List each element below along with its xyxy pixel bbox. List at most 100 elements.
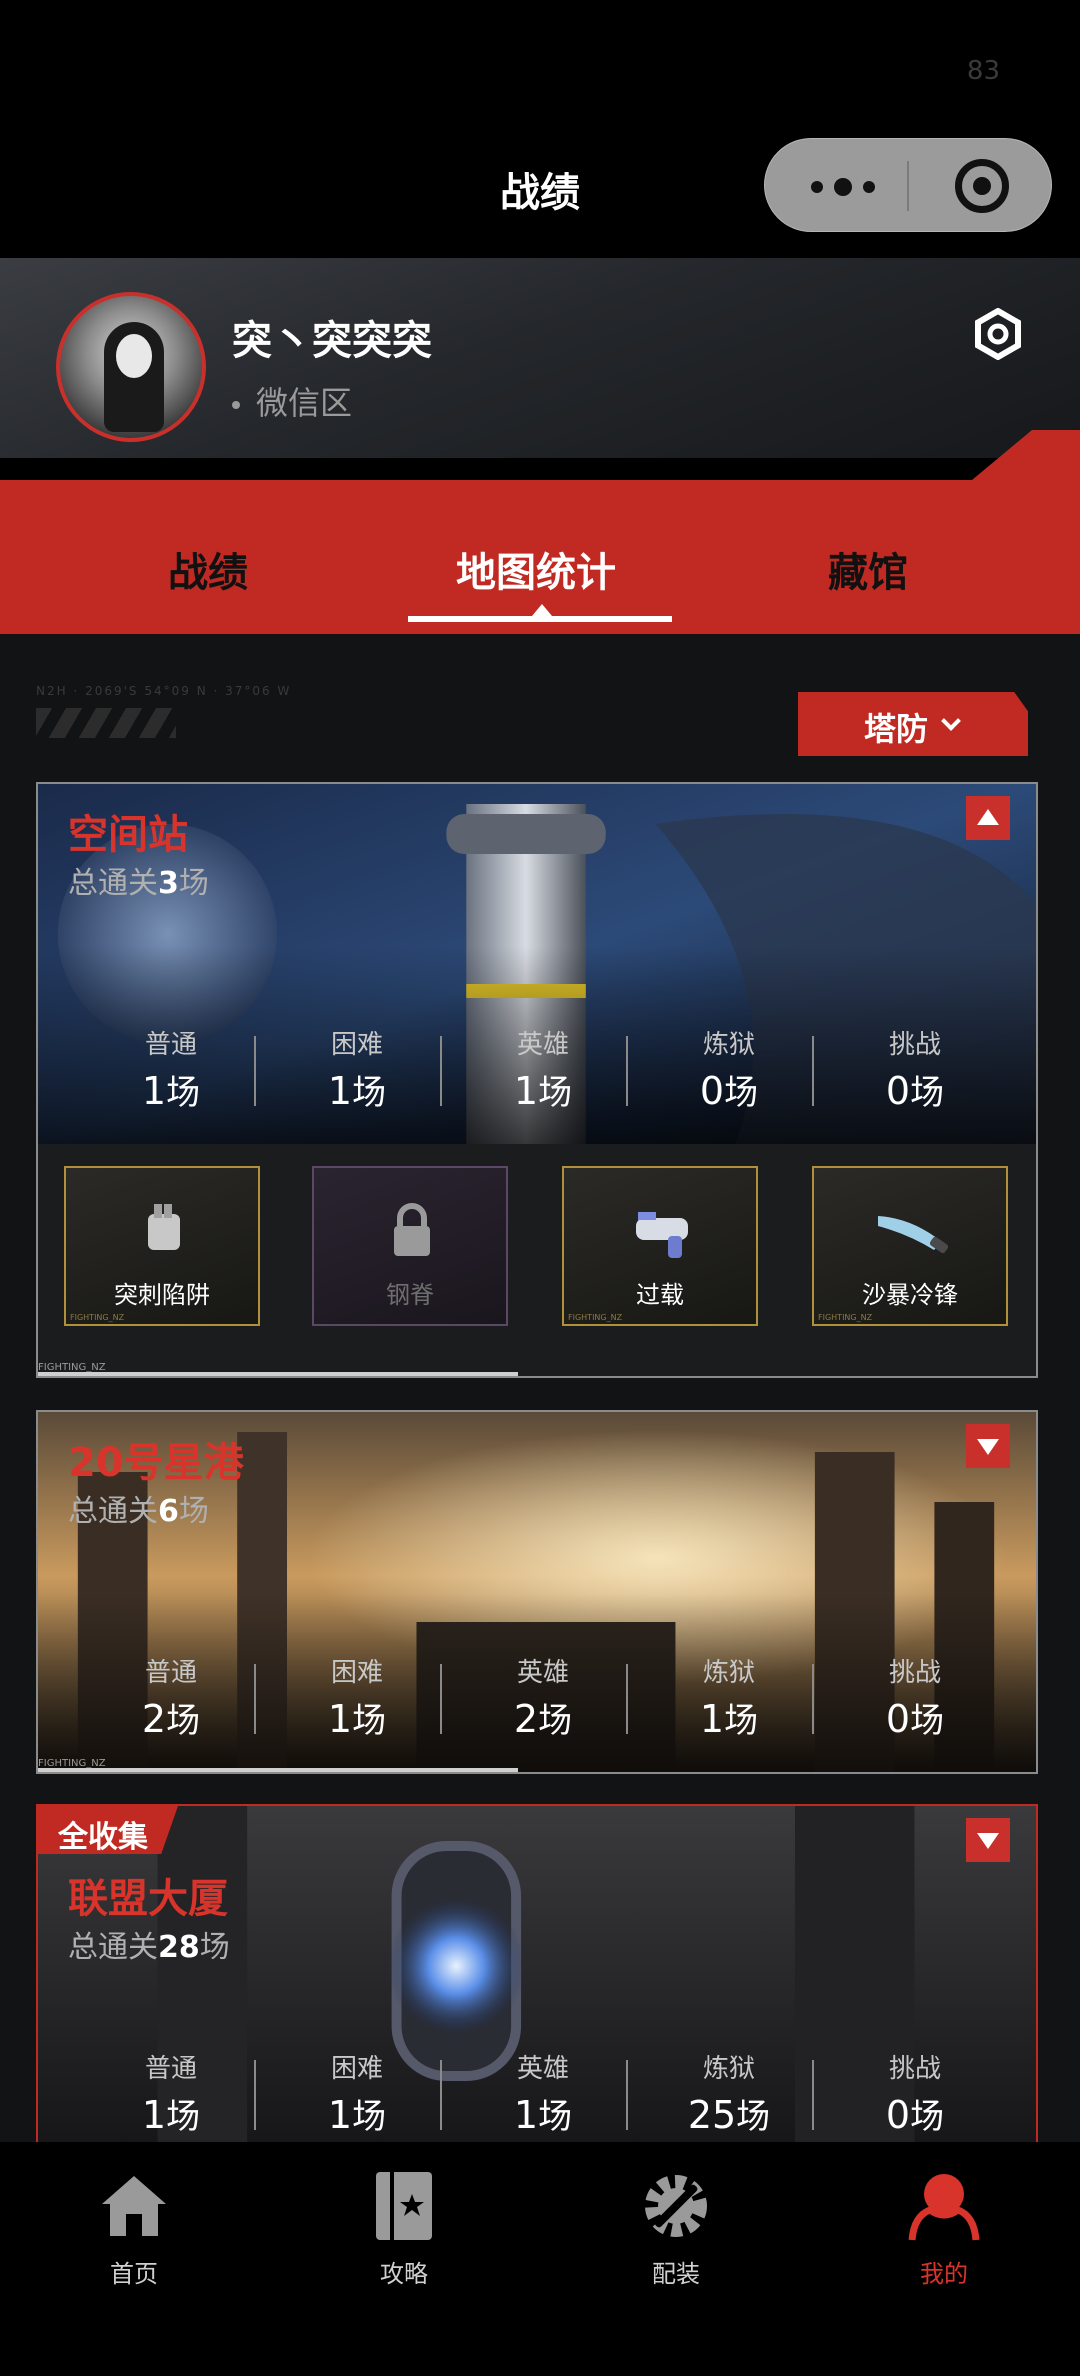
stat-unit: 场 [910, 1701, 945, 1741]
tab-collection[interactable]: 藏馆 [828, 540, 908, 598]
stat-inferno: 炼狱 1场 [636, 1652, 822, 1742]
stat-label: 挑战 [888, 1658, 941, 1688]
stat-count: 1 [327, 2093, 353, 2137]
stat-label: 普通 [144, 1658, 197, 1688]
mode-dropdown-label: 塔防 [864, 710, 929, 748]
difficulty-stats: 普通 2场 困难 1场 英雄 2场 炼狱 1场 挑战 0场 [38, 1652, 1036, 1752]
weapon-card[interactable]: 过载 FIGHTING_NZ [562, 1166, 758, 1326]
settings-icon[interactable] [972, 308, 1024, 360]
tab-map-stats[interactable]: 地图统计 [456, 540, 616, 598]
title-bar: 战绩 [0, 130, 1080, 258]
region-label: 微信区 [232, 378, 352, 424]
stat-count: 0 [885, 1069, 911, 1113]
stat-challenge: 挑战 0场 [822, 1024, 1008, 1114]
stat-label: 困难 [330, 1658, 383, 1688]
mini-program-capsule [764, 138, 1052, 232]
difficulty-stats: 普通 1场 困难 1场 英雄 1场 炼狱 0场 挑战 0场 [38, 1024, 1036, 1124]
active-tab-underline [408, 616, 672, 622]
card-footer: FIGHTING_NZ [38, 1758, 1036, 1772]
status-indicator: 83 [966, 56, 1000, 86]
nav-mine[interactable]: 我的 [874, 2170, 1014, 2289]
nav-loadout[interactable]: 配装 [606, 2170, 746, 2289]
map-name: 联盟大厦 [68, 1876, 228, 1922]
badge-label: 全收集 [58, 1820, 148, 1855]
stat-count: 0 [885, 2093, 911, 2137]
knife-icon [878, 1216, 949, 1254]
stat-count: 1 [513, 2093, 539, 2137]
map-card-alliance-tower[interactable]: 全收集 联盟大厦 总通关28场 普通 1场 困难 1场 英雄 1场 炼狱 25场 挑战 0… [36, 1804, 1038, 2142]
stat-unit: 场 [538, 1701, 573, 1741]
stat-label: 困难 [330, 1030, 383, 1060]
tab-record[interactable]: 战绩 [168, 540, 248, 598]
stat-count: 0 [699, 1069, 725, 1113]
stat-count: 1 [141, 1069, 167, 1113]
stat-inferno: 炼狱 25场 [636, 2048, 822, 2138]
stat-label: 炼狱 [702, 1030, 755, 1060]
stat-unit: 场 [910, 2097, 945, 2137]
map-total-count: 6 [158, 1494, 179, 1529]
map-total-clears: 总通关3场 [68, 858, 209, 902]
fully-collected-badge: 全收集 [38, 1806, 178, 1854]
stat-count: 1 [141, 2093, 167, 2137]
profile-header: 突丶突突突 微信区 [0, 258, 1080, 458]
chevron-down-icon [941, 711, 961, 731]
weapon-rewards: 突刺陷阱 FIGHTING_NZ 钢脊 过载 FIGHTING_NZ 沙暴冷锋 … [38, 1144, 1036, 1376]
username: 突丶突突突 [232, 318, 432, 364]
more-options-button[interactable] [811, 177, 875, 196]
nav-home[interactable]: 首页 [64, 2170, 204, 2289]
stat-count: 1 [699, 1697, 725, 1741]
stat-count: 2 [141, 1697, 167, 1741]
map-card-starport-20[interactable]: 20号星港 总通关6场 普通 2场 困难 1场 英雄 2场 炼狱 1场 挑战 0场 FIG… [36, 1410, 1038, 1774]
weapon-card-locked[interactable]: 钢脊 [312, 1166, 508, 1326]
weapon-tagline: FIGHTING_NZ [70, 1313, 125, 1322]
stat-normal: 普通 1场 [78, 1024, 264, 1114]
stat-normal: 普通 2场 [78, 1652, 264, 1742]
stat-inferno: 炼狱 0场 [636, 1024, 822, 1114]
nav-label: 我的 [920, 2260, 968, 2288]
nav-guide[interactable]: 攻略 [334, 2170, 474, 2289]
stat-label: 炼狱 [702, 1658, 755, 1688]
map-total-unit: 场 [178, 1494, 209, 1529]
lock-icon [394, 1203, 430, 1256]
stat-hard: 困难 1场 [264, 2048, 450, 2138]
weapon-tagline: FIGHTING_NZ [568, 1313, 623, 1322]
stat-count: 1 [327, 1697, 353, 1741]
trap-icon [148, 1204, 180, 1250]
stat-hero: 英雄 1场 [450, 1024, 636, 1114]
stat-unit: 场 [724, 1701, 759, 1741]
stat-count: 1 [327, 1069, 353, 1113]
collapse-toggle-button[interactable] [966, 796, 1010, 840]
decorative-slashes [36, 708, 176, 738]
map-card-space-station[interactable]: 空间站 总通关3场 普通 1场 困难 1场 英雄 1场 炼狱 0场 挑战 0场 突刺陷阱 … [36, 782, 1038, 1378]
weapon-card[interactable]: 突刺陷阱 FIGHTING_NZ [64, 1166, 260, 1326]
stat-label: 挑战 [888, 1030, 941, 1060]
stat-unit: 场 [352, 1701, 387, 1741]
decorative-code: N2H · 2069'S 54°09 N · 37°06 W [36, 684, 292, 698]
map-total-prefix: 总通关 [68, 1494, 158, 1529]
expand-toggle-button[interactable] [966, 1424, 1010, 1468]
stat-count: 2 [513, 1697, 539, 1741]
stat-challenge: 挑战 0场 [822, 2048, 1008, 2138]
stat-unit: 场 [910, 1073, 945, 1113]
stat-count: 25 [687, 2093, 737, 2137]
map-stats-content[interactable]: N2H · 2069'S 54°09 N · 37°06 W 塔防 空间站 总通… [0, 634, 1080, 2142]
map-total-unit: 场 [178, 866, 209, 901]
map-total-clears: 总通关6场 [68, 1486, 209, 1530]
tab-bar: 战绩 地图统计 藏馆 [0, 430, 1080, 634]
expand-toggle-button[interactable] [966, 1818, 1010, 1862]
weapon-tagline: FIGHTING_NZ [818, 1313, 873, 1322]
avatar[interactable] [56, 292, 206, 442]
bottom-nav: 首页 攻略 配装 我的 [0, 2142, 1080, 2376]
stat-unit: 场 [352, 1073, 387, 1113]
map-name: 空间站 [68, 812, 188, 858]
active-tab-caret [532, 604, 552, 616]
map-name: 20号星港 [68, 1440, 244, 1486]
close-mini-program-button[interactable] [955, 159, 1009, 213]
weapon-card[interactable]: 沙暴冷锋 FIGHTING_NZ [812, 1166, 1008, 1326]
stat-label: 英雄 [516, 1658, 569, 1688]
status-bar: 83 [0, 0, 1080, 130]
map-total-count: 3 [158, 866, 179, 901]
mode-dropdown[interactable]: 塔防 [798, 692, 1028, 756]
weapon-name: 沙暴冷锋 [862, 1281, 958, 1309]
weapon-name: 钢脊 [386, 1281, 434, 1309]
